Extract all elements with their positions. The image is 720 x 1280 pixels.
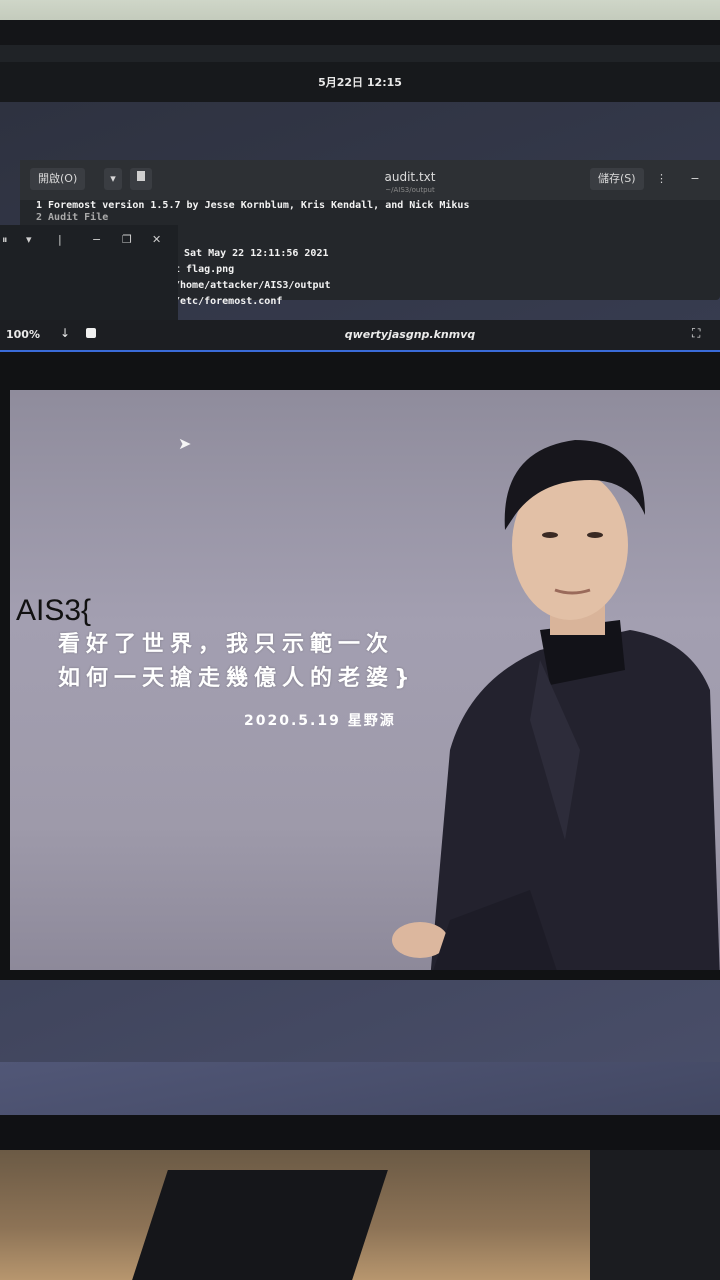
monitor-stand-right [590, 1150, 720, 1280]
code-line: /home/attacker/AIS3/output [174, 280, 331, 291]
editor-headerbar: 開啟(O) ▾ audit.txt ~/AIS3/output 儲存(S) ⋮ … [20, 160, 720, 200]
person-photo [392, 440, 720, 970]
flag-line-1: 看好了世界，我只示範一次 [58, 632, 395, 657]
code-line: 1 Foremost version 1.5.7 by Jesse Kornbl… [36, 200, 470, 211]
chevron-down-icon[interactable]: ▾ [26, 233, 32, 246]
minimize-icon[interactable]: − [686, 168, 704, 190]
terminal-window: ⏸ ▾ | − ❐ ✕ [0, 225, 178, 320]
viewer-toolbar: 100% ↓ qwertyjasgnp.knmvq ⛶ [0, 320, 720, 352]
separator: | [58, 233, 62, 246]
code-line: t flag.png [174, 264, 235, 275]
clock[interactable]: 5月22日 12:15 [0, 74, 720, 90]
document-pin-icon[interactable] [130, 168, 152, 190]
gnome-top-bar: 5月22日 12:15 [0, 62, 720, 102]
download-icon[interactable]: ↓ [60, 326, 70, 340]
menu-icon[interactable]: ⋮ [652, 168, 670, 190]
mouse-cursor-icon: ➤ [178, 434, 192, 453]
image-filename: qwertyjasgnp.knmvq [344, 328, 476, 341]
open-button[interactable]: 開啟(O) [30, 168, 86, 190]
flag-line-2: 如何一天搶走幾億人的老婆} [58, 666, 416, 691]
image-viewer-window: 100% ↓ qwertyjasgnp.knmvq ⛶ ➤ AIS3{ 看好了世… [0, 320, 720, 980]
displayed-image: ➤ AIS3{ 看好了世界，我只示範一次 如何一天搶走幾億人的老婆} 2020.… [10, 390, 720, 970]
expand-icon[interactable]: ⛶ [692, 326, 700, 341]
save-button[interactable]: 儲存(S) [590, 168, 644, 190]
document-title: audit.txt [384, 170, 436, 184]
fit-icon[interactable] [86, 328, 96, 338]
code-line: 2 Audit File [36, 212, 109, 223]
zoom-level[interactable]: 100% [6, 328, 40, 341]
code-line: /etc/foremost.conf [174, 296, 283, 307]
document-path: ~/AIS3/output [385, 186, 435, 194]
pause-icon[interactable]: ⏸ [2, 233, 8, 247]
flag-prefix: AIS3{ [16, 594, 92, 627]
minimize-icon[interactable]: − [92, 233, 101, 246]
code-line: Sat May 22 12:11:56 2021 [184, 248, 329, 259]
maximize-icon[interactable]: ❐ [122, 233, 132, 246]
image-signature: 2020.5.19 星野源 [244, 713, 396, 729]
close-icon[interactable]: ✕ [152, 233, 161, 246]
chevron-down-icon[interactable]: ▾ [104, 168, 122, 190]
monitor-stand [132, 1170, 388, 1280]
